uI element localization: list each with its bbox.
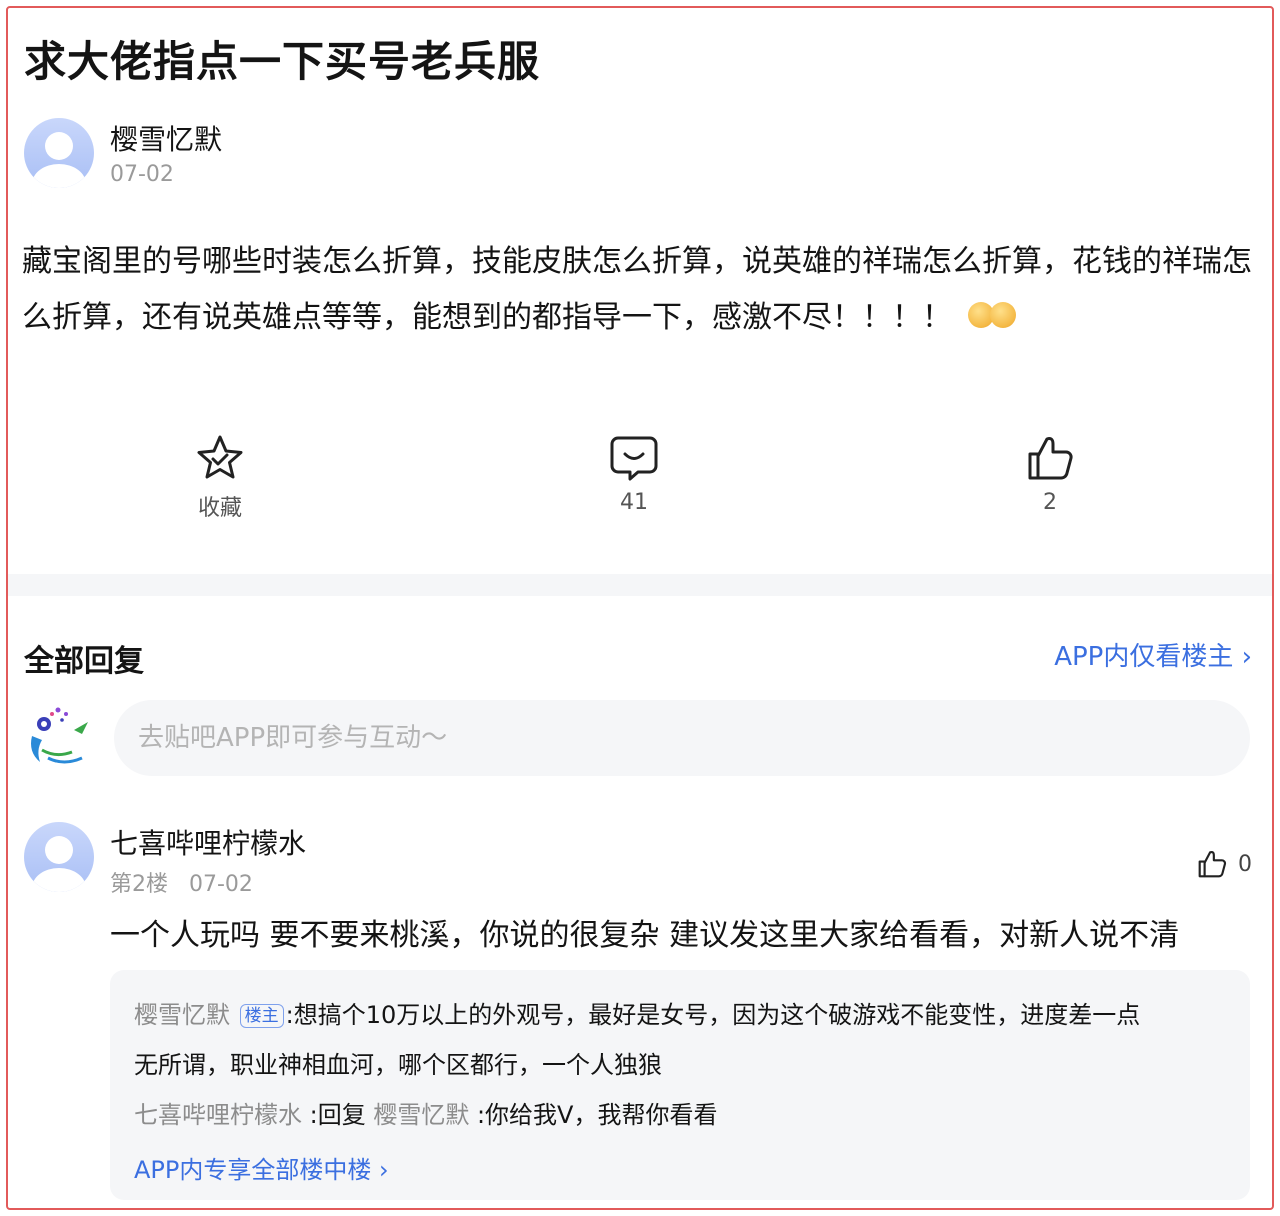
comment-text: 一个人玩吗 要不要来桃溪，你说的很复杂 建议发这里大家给看看，对新人说不清 <box>110 918 1180 953</box>
post-date: 07-02 <box>110 162 174 187</box>
sub-reply-continued: 无所谓，职业神相血河，哪个区都行，一个人独狼 <box>134 1051 662 1079</box>
floor-number: 第2楼 <box>110 872 168 897</box>
comment-date: 07-02 <box>189 872 253 897</box>
reply-input[interactable]: 去贴吧APP即可参与互动～ <box>114 700 1250 776</box>
reply-target[interactable]: 樱雪忆默 <box>373 1101 469 1129</box>
favorite-button[interactable]: 收藏 <box>160 432 280 522</box>
all-replies-title: 全部回复 <box>24 644 144 679</box>
app-only-host-link[interactable]: APP内仅看楼主 › <box>1054 636 1252 673</box>
section-divider <box>8 574 1272 596</box>
favorite-label: 收藏 <box>197 496 242 521</box>
hug-emoji-icon <box>967 291 1016 347</box>
like-count: 2 <box>1043 490 1057 515</box>
comment-button[interactable]: 41 <box>574 432 694 515</box>
comment-like-count: 0 <box>1238 851 1252 877</box>
thumbs-up-icon <box>1028 437 1073 480</box>
host-badge: 楼主 <box>239 1004 284 1028</box>
more-sub-replies-link[interactable]: APP内专享全部楼中楼 › <box>134 1150 1226 1185</box>
star-icon <box>197 435 243 479</box>
sub-reply-author[interactable]: 七喜哔哩柠檬水 <box>134 1101 302 1129</box>
post-body-text: 藏宝阁里的号哪些时装怎么折算，技能皮肤怎么折算，说英雄的祥瑞怎么折算，花钱的祥瑞… <box>22 244 1252 335</box>
commenter-avatar[interactable] <box>24 822 94 892</box>
post-title: 求大佬指点一下买号老兵服 <box>24 37 541 86</box>
sub-reply: 樱雪忆默 楼主:想搞个10万以上的外观号，最好是女号，因为这个破游戏不能变性，进… <box>134 990 1226 1040</box>
comment-icon <box>610 436 658 481</box>
sub-replies-panel: 樱雪忆默 楼主:想搞个10万以上的外观号，最好是女号，因为这个破游戏不能变性，进… <box>110 970 1250 1200</box>
sub-reply-text: :你给我V，我帮你看看 <box>469 1101 718 1129</box>
author-name[interactable]: 樱雪忆默 <box>110 118 222 158</box>
like-button[interactable]: 2 <box>990 432 1110 515</box>
tieba-logo-icon <box>31 707 88 764</box>
page-frame: 求大佬指点一下买号老兵服 樱雪忆默 07-02 藏宝阁里的号哪些时装怎么折算，技… <box>6 6 1274 1210</box>
sub-reply-author[interactable]: 樱雪忆默 <box>134 1001 230 1029</box>
comment-meta: 第2楼 07-02 <box>110 866 253 898</box>
thumbs-up-icon <box>1198 850 1227 878</box>
sub-reply: 七喜哔哩柠檬水 :回复 樱雪忆默 :你给我V，我帮你看看 <box>134 1090 1226 1140</box>
sub-reply-text: :想搞个10万以上的外观号，最好是女号，因为这个破游戏不能变性，进度差一点 <box>285 1001 1141 1029</box>
commenter-name[interactable]: 七喜哔哩柠檬水 <box>110 822 306 862</box>
post-body: 藏宝阁里的号哪些时装怎么折算，技能皮肤怎么折算，说英雄的祥瑞怎么折算，花钱的祥瑞… <box>22 234 1262 347</box>
reply-word: :回复 <box>302 1101 374 1129</box>
comment-count: 41 <box>620 490 648 515</box>
comment-like-button[interactable]: 0 <box>1196 848 1252 880</box>
author-avatar[interactable] <box>24 118 94 188</box>
